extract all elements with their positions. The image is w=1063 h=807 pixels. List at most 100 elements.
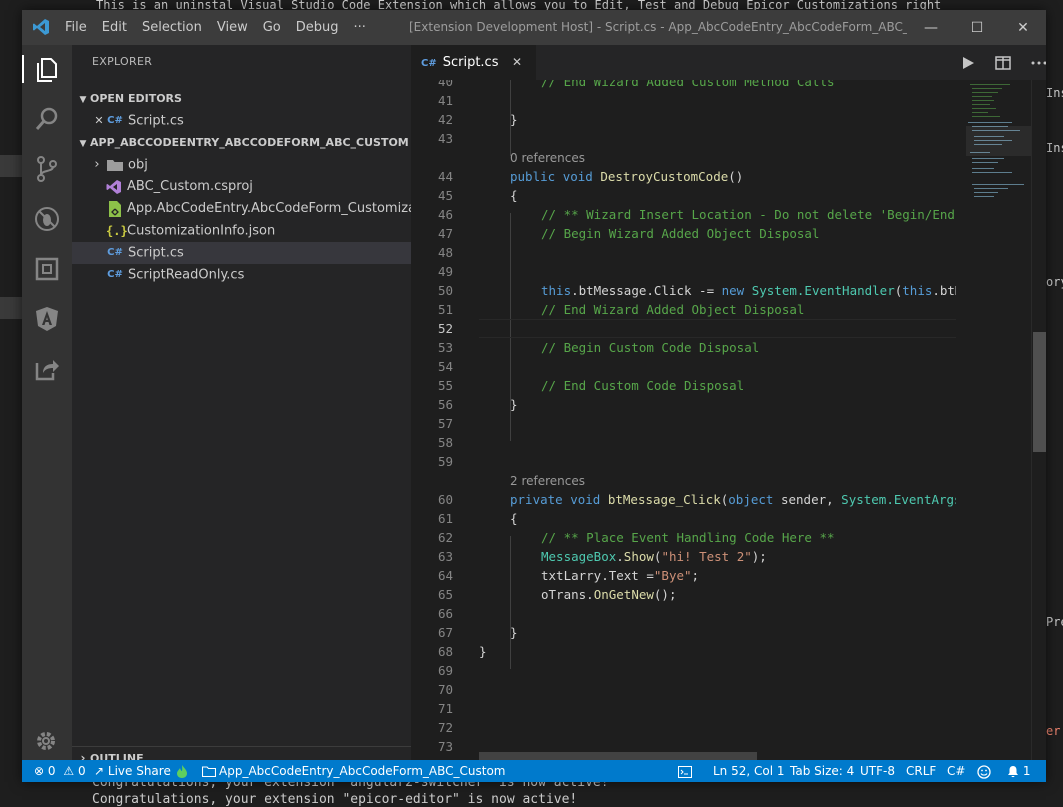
- code-line[interactable]: // Begin Custom Code Disposal: [541, 338, 759, 357]
- code-line[interactable]: public void DestroyCustomCode(): [510, 167, 743, 186]
- feedback-icon[interactable]: [977, 760, 991, 782]
- status-bar: ⊗ 0 ⚠ 0 ↗ Live Share App_AbcCodeEntry_Ab…: [22, 760, 1046, 782]
- vscode-window: File Edit Selection View Go Debug ··· [E…: [22, 10, 1046, 782]
- terminal-icon[interactable]: [678, 760, 692, 782]
- chevron-down-icon: ▼: [79, 95, 87, 105]
- code-line[interactable]: // End Wizard Added Object Disposal: [541, 300, 804, 319]
- line-number: 46: [437, 207, 453, 222]
- folder-section[interactable]: ▼ APP_ABCCODEENTRY_ABCCODEFORM_ABC_CUSTOM: [72, 132, 411, 154]
- visual-studio-icon: [106, 179, 121, 194]
- play-icon[interactable]: [961, 56, 975, 70]
- language-mode[interactable]: C#: [947, 760, 965, 782]
- code-line[interactable]: {: [510, 186, 518, 205]
- line-number: 49: [437, 264, 453, 279]
- gear-icon[interactable]: [33, 728, 61, 756]
- code-line[interactable]: {: [510, 509, 518, 528]
- tab-script-cs[interactable]: C# Script.cs ✕: [411, 45, 536, 80]
- angular-icon[interactable]: [33, 305, 61, 333]
- code-line[interactable]: }: [510, 623, 518, 642]
- live-share-button[interactable]: ↗ Live Share: [94, 760, 171, 782]
- tree-item-obj[interactable]: › obj: [72, 154, 411, 176]
- code-line[interactable]: // ** Wizard Insert Location - Do not de…: [541, 205, 956, 224]
- live-share-icon[interactable]: [33, 355, 61, 383]
- tree-item-json[interactable]: {.}CustomizationInfo.json: [72, 220, 411, 242]
- notifications-button[interactable]: 1: [1007, 760, 1030, 782]
- menu-more[interactable]: ···: [354, 20, 366, 35]
- tree-item-script-readonly[interactable]: C# ScriptReadOnly.cs: [72, 264, 411, 286]
- open-editor-name: Script.cs: [128, 113, 184, 129]
- open-editors-section[interactable]: ▼ OPEN EDITORS: [72, 88, 411, 110]
- files-icon[interactable]: [33, 55, 61, 83]
- code-line[interactable]: }: [479, 642, 487, 661]
- menu-file[interactable]: File: [65, 20, 87, 35]
- extensions-icon[interactable]: [33, 255, 61, 283]
- line-number: 69: [437, 663, 453, 678]
- code-line[interactable]: oTrans.OnGetNew();: [541, 585, 676, 604]
- line-ending[interactable]: CRLF: [906, 760, 936, 782]
- tab-size[interactable]: Tab Size: 4: [790, 760, 854, 782]
- line-number: 52: [437, 321, 453, 336]
- code-line[interactable]: // Begin Wizard Added Object Disposal: [541, 224, 819, 243]
- code-line[interactable]: private void btMessage_Click(object send…: [510, 490, 956, 509]
- background-output-line: Congratulations, your extension "epicor-…: [92, 792, 578, 807]
- tree-item-csproj[interactable]: ABC_Custom.csproj: [72, 176, 411, 198]
- horizontal-scrollbar[interactable]: [479, 752, 757, 760]
- menu-debug[interactable]: Debug: [296, 20, 339, 35]
- code-line[interactable]: MessageBox.Show("hi! Test 2");: [541, 547, 767, 566]
- close-window-button[interactable]: ✕: [1000, 10, 1046, 45]
- scrollbar-thumb[interactable]: [1033, 332, 1046, 452]
- line-number: 58: [437, 435, 453, 450]
- code-line[interactable]: // End Wizard Added Custom Method Calls: [541, 80, 835, 91]
- tree-item-xml[interactable]: App.AbcCodeEntry.AbcCodeForm_Customizati…: [72, 198, 411, 220]
- more-actions-icon[interactable]: [1031, 56, 1046, 70]
- folder-label: APP_ABCCODEENTRY_ABCCODEFORM_ABC_CUSTOM: [90, 136, 409, 149]
- tree-item-label: CustomizationInfo.json: [127, 223, 276, 239]
- vertical-scrollbar[interactable]: [1031, 80, 1046, 760]
- minimize-button[interactable]: —: [908, 10, 954, 45]
- tree-item-label: Script.cs: [128, 245, 184, 261]
- explorer-sidebar: EXPLORER ▼ OPEN EDITORS ✕ C# Script.cs ▼ APP…: [72, 45, 411, 765]
- tree-item-script[interactable]: C# Script.cs: [72, 242, 411, 264]
- line-number: 66: [437, 606, 453, 621]
- menu-selection[interactable]: Selection: [142, 20, 202, 35]
- tab-bar: C# Script.cs ✕: [411, 45, 1046, 80]
- encoding[interactable]: UTF-8: [860, 760, 895, 782]
- close-icon[interactable]: ✕: [512, 45, 522, 80]
- close-icon[interactable]: ✕: [91, 110, 107, 132]
- menu-view[interactable]: View: [217, 20, 248, 35]
- minimap[interactable]: [966, 80, 1031, 760]
- debug-icon[interactable]: [33, 205, 61, 233]
- source-control-icon[interactable]: [33, 155, 61, 183]
- flame-icon[interactable]: [176, 760, 188, 782]
- code-line[interactable]: // End Custom Code Disposal: [541, 376, 744, 395]
- code-editor[interactable]: 40 // End Wizard Added Custom Method Call…: [411, 80, 956, 760]
- open-editor-item[interactable]: ✕ C# Script.cs: [72, 110, 411, 132]
- workspace-folder[interactable]: App_AbcCodeEntry_AbcCodeForm_ABC_Custom: [201, 760, 505, 782]
- split-editor-icon[interactable]: [995, 55, 1011, 70]
- code-lens-references[interactable]: 2 references: [510, 474, 585, 488]
- code-line[interactable]: }: [510, 110, 518, 129]
- code-lens-references[interactable]: 0 references: [510, 151, 585, 165]
- line-number: 64: [437, 568, 453, 583]
- problems-indicator[interactable]: ⊗ 0 ⚠ 0: [34, 760, 86, 782]
- line-number: 67: [437, 625, 453, 640]
- line-number: 72: [437, 720, 453, 735]
- cursor-position[interactable]: Ln 52, Col 1: [713, 760, 785, 782]
- indent-guide: [510, 536, 511, 669]
- search-icon[interactable]: [33, 105, 61, 133]
- menu-edit[interactable]: Edit: [102, 20, 127, 35]
- code-line[interactable]: }: [510, 395, 518, 414]
- warning-count: 0: [77, 764, 86, 778]
- line-number: 68: [437, 644, 453, 659]
- tree-item-label: App.AbcCodeEntry.AbcCodeForm_Customizati…: [127, 201, 411, 216]
- live-share-icon: ↗: [94, 764, 105, 778]
- maximize-button[interactable]: ☐: [954, 10, 1000, 45]
- window-title: [Extension Development Host] - Script.cs…: [409, 20, 907, 34]
- menu-go[interactable]: Go: [263, 20, 281, 35]
- line-number: 70: [437, 682, 453, 697]
- tree-item-label: ScriptReadOnly.cs: [128, 267, 245, 283]
- code-line[interactable]: txtLarry.Text ="Bye";: [541, 566, 699, 585]
- code-line[interactable]: this.btMessage.Click -= new System.Event…: [541, 281, 956, 300]
- line-number: 42: [437, 112, 453, 127]
- code-line[interactable]: // ** Place Event Handling Code Here **: [541, 528, 835, 547]
